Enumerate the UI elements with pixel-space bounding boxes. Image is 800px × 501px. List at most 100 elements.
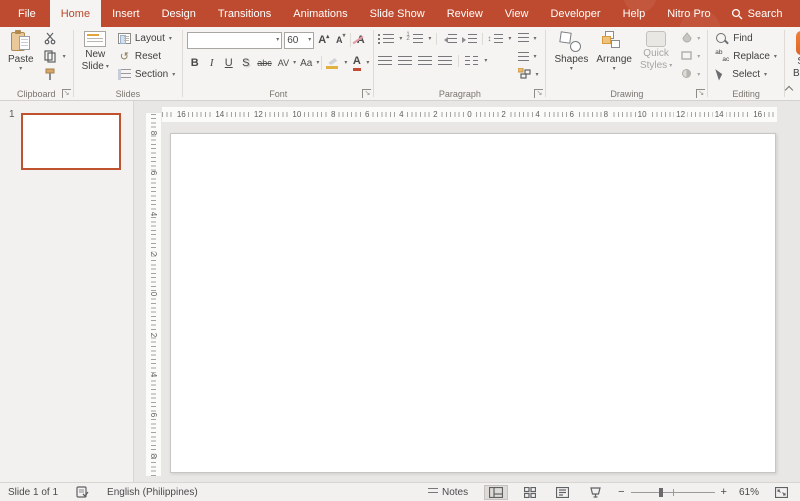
tab-review[interactable]: Review [436,0,494,27]
align-left-icon[interactable] [378,56,392,67]
decrease-font-size-button[interactable]: A▾ [333,32,348,48]
chevron-down-icon: ▾ [106,64,109,70]
notes-button[interactable]: Notes [424,486,472,499]
zoom-slider-track[interactable] [631,492,715,493]
slide-canvas[interactable] [170,133,776,473]
slide-sorter-view-button[interactable] [520,486,540,499]
text-shadow-button[interactable]: S [238,55,253,71]
tab-developer[interactable]: Developer [539,0,611,27]
align-center-icon[interactable] [398,56,412,67]
paste-button[interactable]: Paste ▾ [4,30,38,73]
align-right-icon[interactable] [418,56,432,67]
highlight-pen-icon [326,57,340,69]
justify-icon[interactable] [438,56,452,67]
fit-to-window-button[interactable] [771,486,792,499]
tab-file[interactable]: File [4,0,50,27]
increase-font-size-button[interactable]: A▴ [316,32,331,48]
font-dialog-launcher[interactable]: ↘ [362,89,371,98]
find-button[interactable]: Find [712,30,780,47]
drawing-dialog-launcher[interactable]: ↘ [696,89,705,98]
bold-button[interactable]: B [187,55,202,71]
layout-button[interactable]: Layout ▾ [115,30,178,47]
increase-indent-icon[interactable] [468,34,477,45]
shape-outline-button[interactable]: ▾ [678,48,703,65]
replace-label: Replace [733,51,770,62]
arrange-button[interactable]: Arrange ▾ [592,30,636,73]
slide-builder-button[interactable]: Qorus Slide Builder [789,30,800,81]
chevron-down-icon: ▾ [570,66,573,72]
tab-animations[interactable]: Animations [282,0,358,27]
tab-transitions[interactable]: Transitions [207,0,282,27]
paste-icon [11,31,30,53]
section-label: Section [135,69,168,80]
zoom-in-button[interactable]: + [721,487,727,497]
tab-home[interactable]: Home [50,0,101,27]
language-indicator[interactable]: English (Philippines) [107,487,198,498]
italic-button[interactable]: I [204,55,219,71]
numbering-icon[interactable] [413,34,423,45]
search-icon [731,8,743,20]
font-color-icon: A [353,56,361,71]
columns-icon[interactable] [465,56,478,67]
chevron-down-icon: ▾ [308,37,311,43]
select-button[interactable]: Select ▾ [712,66,780,83]
tab-slide-show[interactable]: Slide Show [359,0,436,27]
tab-view[interactable]: View [494,0,540,27]
tab-nitro-pro[interactable]: Nitro Pro [656,0,721,27]
bullets-icon[interactable] [383,34,394,45]
character-spacing-button[interactable]: AV [276,55,291,71]
tab-insert[interactable]: Insert [101,0,151,27]
copy-button[interactable]: ▾ [40,48,69,65]
format-painter-button[interactable] [40,66,69,83]
underline-button[interactable]: U [221,55,236,71]
line-spacing-icon[interactable] [494,34,503,45]
clear-formatting-button[interactable]: A [353,32,368,48]
reading-view-button[interactable] [552,486,573,499]
slide-thumbnail-1[interactable] [21,113,121,170]
slides-group-label: Slides [74,89,183,99]
chevron-down-icon: ▾ [293,60,296,66]
clipboard-dialog-launcher[interactable]: ↘ [62,89,71,98]
dialog-launcher-icon: ↘ [698,90,704,97]
decrease-indent-icon[interactable] [448,34,457,45]
font-name-combobox[interactable]: ▾ [187,32,282,49]
text-highlight-color-button[interactable] [324,55,342,71]
align-text-button[interactable]: ▾ [515,48,541,65]
reset-label: Reset [135,51,161,62]
horizontal-ruler[interactable]: 1614121086420246810121416 [162,107,777,122]
zoom-slider-thumb[interactable] [659,488,663,497]
paragraph-dialog-launcher[interactable]: ↘ [534,89,543,98]
tab-help[interactable]: Help [612,0,657,27]
chevron-down-icon: ▾ [697,72,700,78]
shapes-button[interactable]: Shapes ▾ [550,30,592,73]
convert-to-smartart-button[interactable]: ▾ [515,66,541,83]
quick-styles-button[interactable]: Quick Styles▾ [636,30,676,73]
smartart-icon [518,68,531,82]
zoom-out-button[interactable]: − [618,487,624,497]
vertical-ruler[interactable]: 864202468 [146,113,161,476]
chevron-down-icon: ▾ [399,36,402,42]
reset-button[interactable]: ↺ Reset [115,48,178,65]
dialog-launcher-icon: ↘ [64,90,70,97]
cut-button[interactable] [40,30,69,47]
section-button[interactable]: Section ▾ [115,66,178,83]
strikethrough-button[interactable]: abc [255,55,274,71]
slide-show-button[interactable] [585,486,606,499]
tab-design[interactable]: Design [151,0,207,27]
shape-effects-button[interactable]: ▾ [678,66,703,83]
change-case-button[interactable]: Aa [298,55,314,71]
new-slide-button[interactable]: New Slide▾ [78,30,113,74]
font-color-button[interactable]: A [349,55,364,71]
text-direction-button[interactable]: ▾ [515,30,541,47]
search-button[interactable]: Search [722,8,792,20]
replace-button[interactable]: abac Replace ▾ [712,48,780,65]
shape-outline-icon [681,50,693,64]
shape-fill-button[interactable]: ▾ [678,30,703,47]
zoom-level[interactable]: 61% [739,487,759,498]
share-button[interactable]: Share [795,8,800,20]
group-drawing: Shapes ▾ Arrange ▾ Quick Styles▾ ▾ [546,27,707,100]
normal-view-button[interactable] [484,485,508,500]
reset-icon: ↺ [118,49,131,65]
proofing-icon[interactable] [72,485,93,499]
font-size-combobox[interactable]: 60 ▾ [284,32,314,49]
